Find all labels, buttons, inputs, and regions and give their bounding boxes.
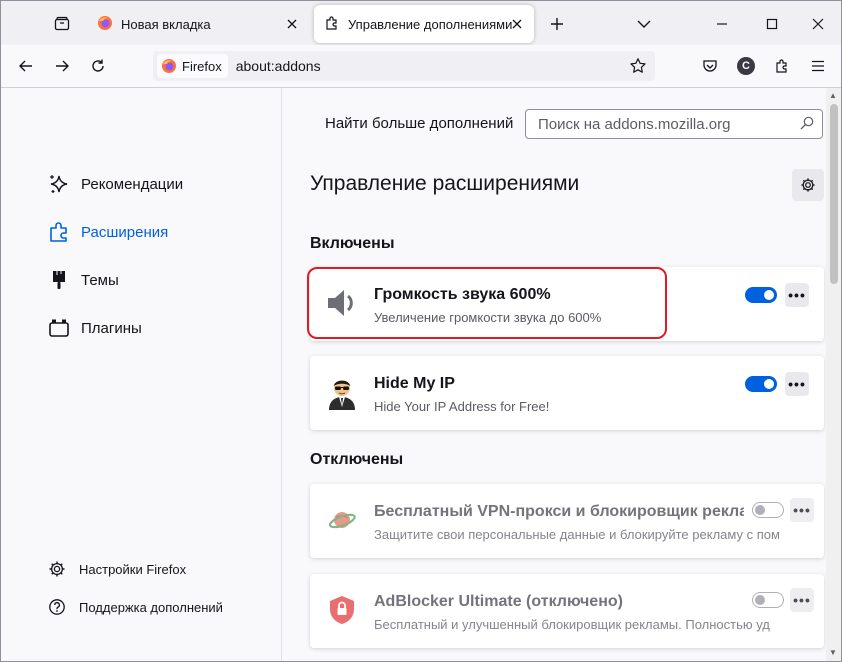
addon-name[interactable]: Hide My IP xyxy=(374,375,455,393)
planet-icon xyxy=(324,502,360,538)
sidebar-item-extensions[interactable]: Расширения xyxy=(47,219,168,245)
addon-card[interactable]: Hide My IP Hide Your IP Address for Free… xyxy=(310,356,824,430)
scroll-thumb[interactable] xyxy=(830,104,838,284)
sidebar-item-label: Плагины xyxy=(81,319,142,337)
close-tab-icon[interactable] xyxy=(283,15,301,33)
addon-description: Увеличение громкости звука до 600% xyxy=(374,310,602,325)
pocket-icon[interactable] xyxy=(699,55,721,77)
addon-options-button[interactable]: ••• xyxy=(790,588,814,612)
plugin-icon xyxy=(47,316,71,340)
tab-label: Новая вкладка xyxy=(121,16,211,32)
addon-options-button[interactable]: ••• xyxy=(790,498,814,522)
sidebar-item-label: Темы xyxy=(81,271,119,289)
tab-new-tab[interactable]: Новая вкладка xyxy=(87,5,309,43)
addon-description: Hide Your IP Address for Free! xyxy=(374,399,550,414)
disabled-section-heading: Отключены xyxy=(310,451,404,468)
account-initial: C xyxy=(737,57,755,75)
back-arrow-icon[interactable] xyxy=(15,55,37,77)
tab-strip: Новая вкладка Управление дополнениями xyxy=(1,1,841,45)
addon-name[interactable]: Бесплатный VPN-прокси и блокировщик рекл… xyxy=(374,503,744,521)
sparkle-icon xyxy=(47,172,71,196)
url-text[interactable]: about:addons xyxy=(236,58,321,74)
firefox-logo-icon xyxy=(161,58,177,74)
categories-sidebar: Рекомендации Расширения Темы Плагины Нас… xyxy=(1,88,282,661)
page-title: Управление расширениями xyxy=(310,172,580,195)
addon-card[interactable]: Громкость звука 600% Увеличение громкост… xyxy=(310,267,824,341)
page-scrollbar[interactable]: ▲ ▼ xyxy=(826,88,841,661)
tab-label: Управление дополнениями xyxy=(348,16,513,32)
hamburger-menu-icon[interactable] xyxy=(807,55,829,77)
addon-description: Защитите свои персональные данные и блок… xyxy=(374,527,779,542)
sidebar-item-recommendations[interactable]: Рекомендации xyxy=(47,171,183,197)
identity-label: Firefox xyxy=(182,58,222,74)
forward-arrow-icon[interactable] xyxy=(51,55,73,77)
addons-support-link[interactable]: Поддержка дополнений xyxy=(47,597,223,617)
speaker-icon xyxy=(324,285,360,321)
sidebar-item-plugins[interactable]: Плагины xyxy=(47,315,142,341)
addon-card[interactable]: AdBlocker Ultimate (отключено) Бесплатны… xyxy=(310,574,824,648)
search-icon xyxy=(800,116,814,135)
sidebar-item-label: Расширения xyxy=(81,223,169,241)
addon-options-button[interactable]: ••• xyxy=(785,283,809,307)
addon-options-button[interactable]: ••• xyxy=(785,372,809,396)
spy-avatar-icon xyxy=(324,374,360,410)
extensions-puzzle-icon[interactable] xyxy=(771,55,793,77)
help-icon xyxy=(47,597,67,617)
addons-main-content: Найти больше дополнений Управление расши… xyxy=(282,88,826,661)
puzzle-icon xyxy=(47,220,71,244)
footer-link-label: Настройки Firefox xyxy=(79,561,187,577)
new-tab-plus-icon[interactable] xyxy=(546,13,568,35)
enabled-section-heading: Включены xyxy=(310,235,395,252)
navigation-toolbar: Firefox about:addons C xyxy=(1,45,841,88)
tools-menu-button[interactable] xyxy=(792,169,824,201)
footer-link-label: Поддержка дополнений xyxy=(79,599,223,615)
puzzle-icon xyxy=(324,15,340,34)
paintbrush-icon xyxy=(47,268,71,292)
sidebar-item-label: Рекомендации xyxy=(81,175,184,193)
maximize-icon[interactable] xyxy=(761,13,783,35)
scroll-up-arrow-icon[interactable]: ▲ xyxy=(829,91,837,100)
addon-name[interactable]: AdBlocker Ultimate (отключено) xyxy=(374,593,744,611)
identity-box[interactable]: Firefox xyxy=(157,54,228,78)
search-label: Найти больше дополнений xyxy=(325,115,514,132)
browser-window: Новая вкладка Управление дополнениями Fi… xyxy=(0,0,842,662)
firefox-settings-link[interactable]: Настройки Firefox xyxy=(47,559,186,579)
search-input[interactable] xyxy=(536,114,790,134)
addon-card[interactable]: Бесплатный VPN-прокси и блокировщик рекл… xyxy=(310,484,824,558)
gear-icon xyxy=(800,177,816,193)
account-avatar[interactable]: C xyxy=(735,55,757,77)
close-window-icon[interactable] xyxy=(807,13,829,35)
close-tab-icon[interactable] xyxy=(508,15,526,33)
firefox-logo-icon xyxy=(97,15,113,34)
addon-enable-toggle[interactable] xyxy=(752,592,784,608)
amo-search-field[interactable] xyxy=(525,109,823,139)
firefox-view-icon[interactable] xyxy=(51,13,73,35)
url-bar[interactable]: Firefox about:addons xyxy=(153,51,655,81)
addon-enable-toggle[interactable] xyxy=(752,502,784,518)
addon-enable-toggle[interactable] xyxy=(745,376,777,392)
minimize-icon[interactable] xyxy=(711,13,733,35)
shield-lock-icon xyxy=(324,592,360,628)
sidebar-item-themes[interactable]: Темы xyxy=(47,267,119,293)
scroll-down-arrow-icon[interactable]: ▼ xyxy=(829,648,837,657)
addon-description: Бесплатный и улучшенный блокировщик рекл… xyxy=(374,617,770,632)
gear-icon xyxy=(47,559,67,579)
reload-icon[interactable] xyxy=(87,55,109,77)
tab-addons-manager[interactable]: Управление дополнениями xyxy=(314,5,534,43)
addon-name[interactable]: Громкость звука 600% xyxy=(374,286,551,304)
bookmark-star-icon[interactable] xyxy=(629,57,647,80)
addon-enable-toggle[interactable] xyxy=(745,287,777,303)
list-all-tabs-chevron-icon[interactable] xyxy=(633,13,655,35)
